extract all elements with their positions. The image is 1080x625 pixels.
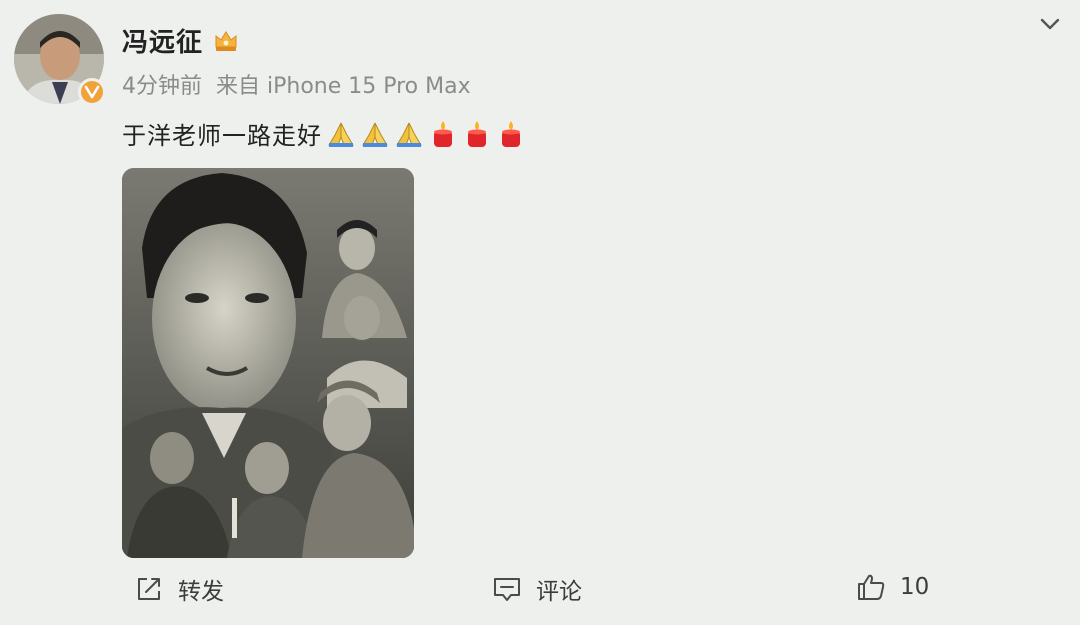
- like-count: 10: [900, 574, 930, 600]
- post-source: 来自 iPhone 15 Pro Max: [216, 74, 471, 99]
- crown-icon: [213, 28, 239, 54]
- weibo-post-card: 冯远征 4分钟前 来自 iPhone 15 Pro Max 于洋老师一路走好 转…: [0, 0, 1080, 625]
- post-meta: 4分钟前 来自 iPhone 15 Pro Max: [122, 68, 471, 100]
- candle-emoji-icon: [496, 119, 526, 149]
- post-text-row: 于洋老师一路走好: [122, 116, 526, 151]
- memorial-photo-collage: [122, 168, 414, 558]
- emoji-row: [326, 119, 526, 149]
- pray-emoji-icon: [326, 119, 356, 149]
- post-text: 于洋老师一路走好: [122, 122, 322, 150]
- post-photo[interactable]: [122, 168, 414, 558]
- comment-label: 评论: [536, 579, 582, 605]
- verified-badge-icon: [78, 78, 106, 106]
- repost-button[interactable]: 转发: [134, 572, 224, 606]
- candle-emoji-icon: [462, 119, 492, 149]
- repost-label: 转发: [178, 579, 224, 605]
- like-button[interactable]: 10: [856, 572, 929, 602]
- action-bar: 转发 评论 10: [0, 572, 1080, 618]
- repost-icon: [138, 578, 160, 600]
- author-name-row: 冯远征: [122, 22, 239, 59]
- chevron-down-icon[interactable]: [1036, 10, 1064, 38]
- author-avatar-wrap[interactable]: [14, 14, 106, 106]
- thumbs-up-icon: [858, 574, 885, 600]
- pray-emoji-icon: [360, 119, 390, 149]
- post-time[interactable]: 4分钟前: [122, 68, 202, 100]
- comment-icon: [494, 578, 520, 601]
- comment-button[interactable]: 评论: [492, 572, 582, 606]
- pray-emoji-icon: [394, 119, 424, 149]
- candle-emoji-icon: [428, 119, 458, 149]
- author-name[interactable]: 冯远征: [122, 22, 203, 59]
